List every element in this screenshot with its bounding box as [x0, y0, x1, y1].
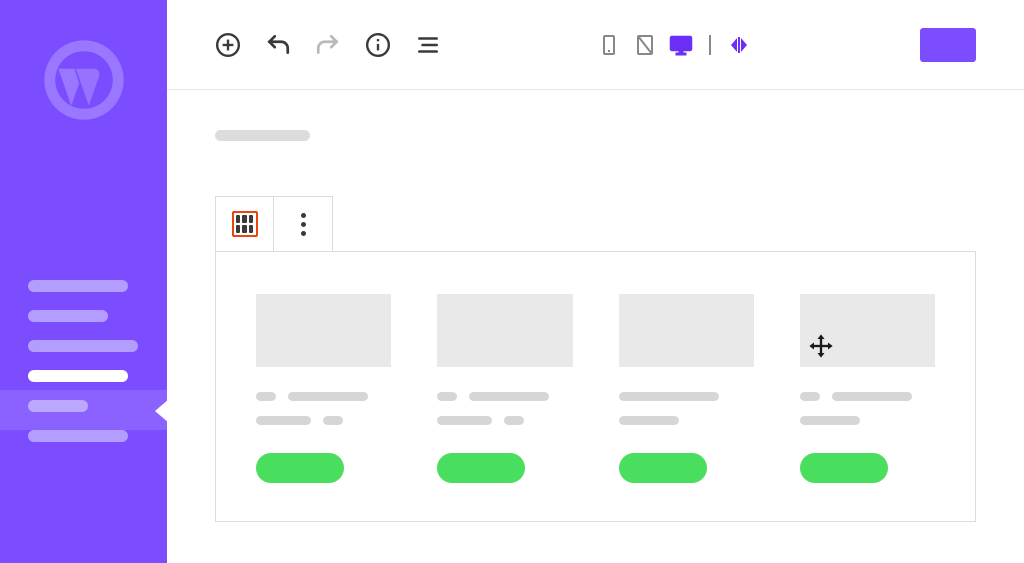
text-placeholder-icon — [256, 392, 276, 401]
editor-canvas[interactable] — [167, 90, 1024, 563]
product-card-4[interactable] — [800, 294, 935, 483]
editor-topbar — [167, 0, 1024, 90]
product-image-placeholder — [619, 294, 754, 367]
text-placeholder-icon — [619, 416, 679, 425]
topbar-left-tools — [215, 32, 441, 58]
product-price-row — [437, 416, 572, 425]
product-card-3[interactable] — [619, 294, 754, 483]
page-title-placeholder[interactable] — [215, 130, 310, 141]
product-card-1[interactable] — [256, 294, 391, 483]
product-image-placeholder — [256, 294, 391, 367]
tablet-view-button[interactable] — [633, 33, 657, 57]
app-root — [0, 0, 1024, 563]
list-view-button[interactable] — [415, 32, 441, 58]
redo-button[interactable] — [315, 32, 341, 58]
add-to-cart-button[interactable] — [256, 453, 344, 483]
info-button[interactable] — [365, 32, 391, 58]
product-meta-row — [800, 392, 935, 401]
products-grid-block[interactable] — [215, 251, 976, 522]
text-placeholder-icon — [800, 416, 860, 425]
expand-view-button[interactable] — [727, 33, 751, 57]
add-to-cart-button[interactable] — [800, 453, 888, 483]
add-block-button[interactable] — [215, 32, 241, 58]
desktop-view-button[interactable] — [669, 33, 693, 57]
product-price-row — [256, 416, 391, 425]
block-type-button[interactable] — [216, 197, 274, 251]
undo-button[interactable] — [265, 32, 291, 58]
block-more-button[interactable] — [274, 197, 332, 251]
block-toolbar — [215, 196, 333, 252]
text-placeholder-icon — [800, 392, 820, 401]
sidebar-item-1[interactable] — [28, 280, 128, 292]
product-card-2[interactable] — [437, 294, 572, 483]
move-cursor-icon — [807, 332, 835, 360]
editor-main — [167, 0, 1024, 563]
admin-sidebar — [0, 0, 167, 563]
more-vertical-icon — [301, 213, 306, 236]
topbar-actions — [920, 28, 976, 62]
grid-icon — [232, 211, 258, 237]
topbar-view-switcher — [597, 33, 751, 57]
text-placeholder-icon — [437, 392, 457, 401]
wordpress-logo-icon — [44, 40, 124, 120]
sidebar-active-highlight — [0, 390, 167, 430]
text-placeholder-icon — [323, 416, 343, 425]
product-meta-row — [437, 392, 572, 401]
sidebar-item-2[interactable] — [28, 310, 108, 322]
text-placeholder-icon — [504, 416, 524, 425]
sidebar-item-4-active[interactable] — [28, 370, 128, 382]
product-meta-row — [256, 392, 391, 401]
text-placeholder-icon — [469, 392, 549, 401]
publish-button[interactable] — [920, 28, 976, 62]
sidebar-item-6[interactable] — [28, 430, 128, 442]
text-placeholder-icon — [619, 392, 719, 401]
text-placeholder-icon — [256, 416, 311, 425]
add-to-cart-button[interactable] — [437, 453, 525, 483]
text-placeholder-icon — [437, 416, 492, 425]
add-to-cart-button[interactable] — [619, 453, 707, 483]
topbar-divider — [709, 35, 711, 55]
text-placeholder-icon — [288, 392, 368, 401]
product-image-placeholder — [437, 294, 572, 367]
sidebar-item-3[interactable] — [28, 340, 138, 352]
mobile-view-button[interactable] — [597, 33, 621, 57]
text-placeholder-icon — [832, 392, 912, 401]
